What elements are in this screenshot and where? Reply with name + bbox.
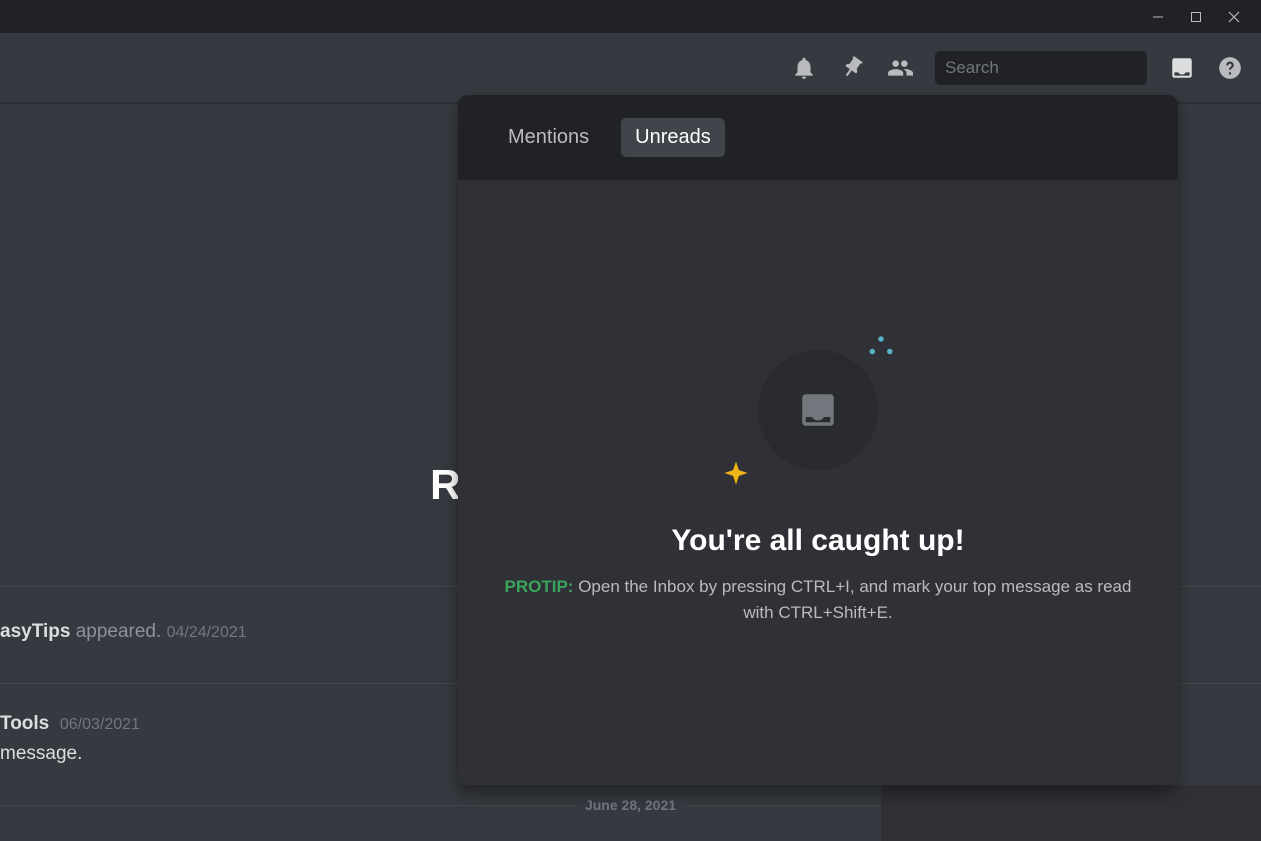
inbox-empty-title: You're all caught up! bbox=[671, 524, 964, 558]
star-icon bbox=[722, 459, 750, 492]
close-button[interactable] bbox=[1215, 0, 1253, 33]
inbox-protip: PROTIP: Open the Inbox by pressing CTRL+… bbox=[498, 574, 1138, 625]
member-list-icon[interactable] bbox=[887, 55, 913, 81]
pinned-messages-icon[interactable] bbox=[839, 55, 865, 81]
window-titlebar bbox=[0, 0, 1261, 33]
minimize-button[interactable] bbox=[1139, 0, 1177, 33]
inbox-popover: Mentions Unreads You're all caught up! P… bbox=[458, 95, 1178, 785]
sparkle-icon bbox=[866, 334, 896, 369]
tab-mentions[interactable]: Mentions bbox=[494, 118, 603, 157]
channel-header bbox=[0, 33, 1261, 103]
inbox-empty-graphic bbox=[728, 340, 908, 500]
search-box[interactable] bbox=[935, 51, 1147, 85]
inbox-circle-icon bbox=[758, 350, 878, 470]
tab-unreads[interactable]: Unreads bbox=[621, 118, 725, 157]
inbox-tabs: Mentions Unreads bbox=[458, 95, 1178, 180]
notifications-icon[interactable] bbox=[791, 55, 817, 81]
right-gutter bbox=[881, 785, 1261, 841]
inbox-icon[interactable] bbox=[1169, 55, 1195, 81]
maximize-button[interactable] bbox=[1177, 0, 1215, 33]
help-icon[interactable] bbox=[1217, 55, 1243, 81]
inbox-empty-state: You're all caught up! PROTIP: Open the I… bbox=[458, 180, 1178, 785]
search-input[interactable] bbox=[945, 58, 1166, 78]
